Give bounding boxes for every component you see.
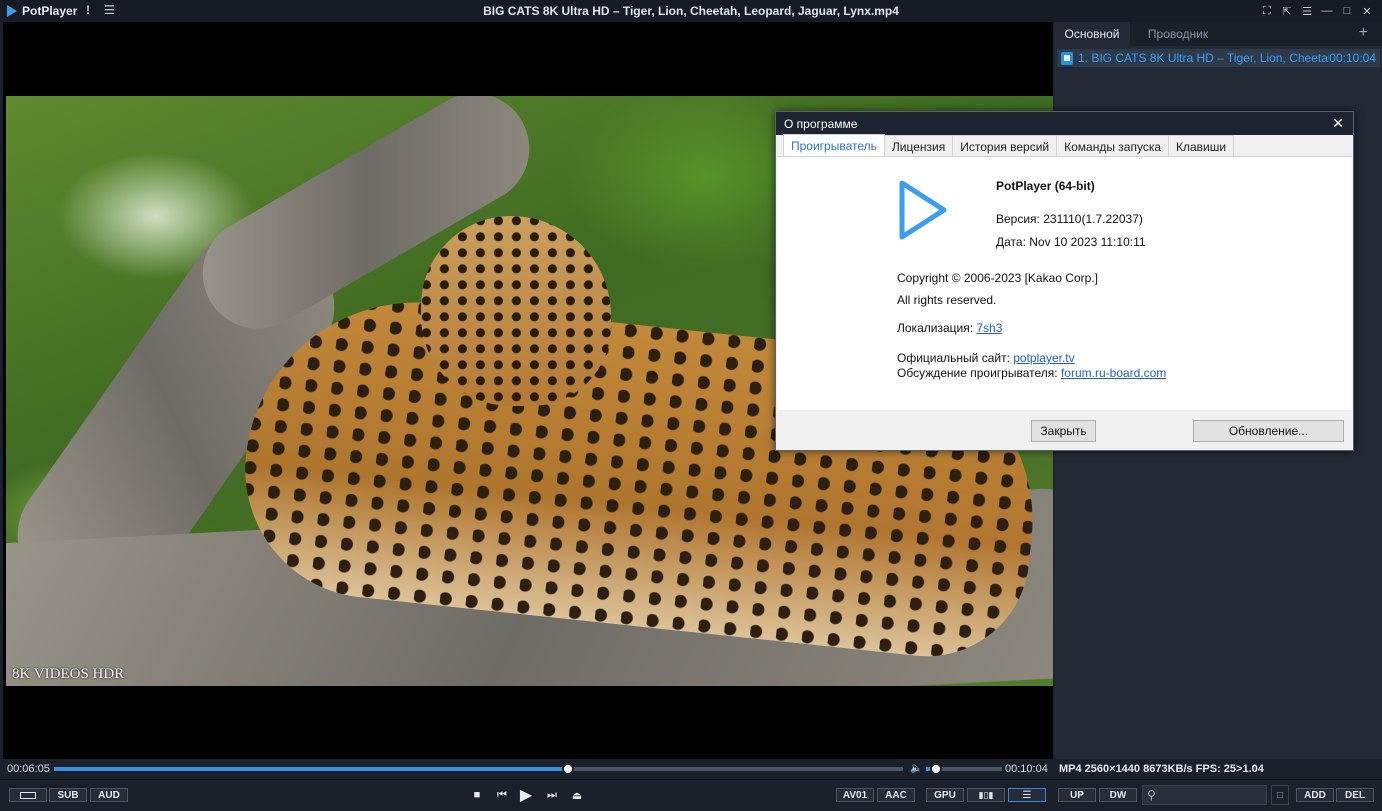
dialog-close-icon[interactable]: ✕ [1332, 115, 1344, 132]
dialog-footer: Закрыть Обновление... [776, 410, 1353, 450]
playlist-item-title: 1. BIG CATS 8K Ultra HD – Tiger, Lion, C… [1078, 51, 1329, 65]
leopard-head [421, 216, 611, 406]
previous-icon[interactable]: ⏮ [493, 786, 511, 804]
dialog-tabs: Проигрыватель Лицензия История версий Ко… [783, 134, 1235, 157]
gpu-button[interactable]: GPU [926, 788, 964, 802]
move-up-button[interactable]: UP [1058, 788, 1096, 802]
seek-bar[interactable] [54, 763, 903, 775]
update-button[interactable]: Обновление... [1193, 420, 1344, 442]
potplayer-window: PotPlayer ! ☰ BIG CATS 8K Ultra HD – Tig… [0, 0, 1382, 811]
site-label: Официальный сайт: [897, 351, 1014, 365]
equalizer-icon: ▮▯▮ [978, 789, 994, 800]
media-info: MP4 2560×1440 8673KB/s FPS: 25>1.04 [1054, 759, 1382, 779]
volume-icon[interactable]: 🔈 [910, 763, 922, 775]
audio-codec-button[interactable]: AAC [877, 788, 915, 802]
tab-launch-commands[interactable]: Команды запуска [1056, 135, 1170, 156]
forum-row: Обсуждение проигрывателя: forum.ru-board… [897, 366, 1166, 380]
volume-knob[interactable] [929, 763, 942, 775]
dialog-title: О программе [784, 117, 858, 131]
forum-link[interactable]: forum.ru-board.com [1061, 366, 1166, 380]
date-text: Дата: Nov 10 2023 11:10:11 [996, 235, 1146, 249]
potplayer-play-icon [899, 180, 947, 240]
tab-main[interactable]: Основной [1054, 22, 1130, 46]
add-button[interactable]: ADD [1296, 788, 1334, 802]
delete-button[interactable]: DEL [1336, 788, 1374, 802]
play-icon[interactable]: ▶ [517, 786, 535, 804]
subtitle-button[interactable]: SUB [49, 788, 87, 802]
site-link[interactable]: potplayer.tv [1013, 351, 1074, 365]
control-bar: SUB AUD ■ ⏮ ▶ ⏭ ⏏ AV01 AAC GPU ▮▯▮ ☰ UP … [0, 779, 1382, 811]
playlist-icon: ☰ [1022, 789, 1032, 801]
tab-license[interactable]: Лицензия [883, 135, 954, 156]
localization-link[interactable]: 7sh3 [976, 321, 1002, 335]
tab-hotkeys[interactable]: Клавиши [1168, 135, 1235, 156]
forum-label: Обсуждение проигрывателя: [897, 366, 1061, 380]
minimize-icon[interactable]: — [1318, 2, 1336, 20]
pin-icon[interactable]: ⇱ [1278, 2, 1296, 20]
audio-button[interactable]: AUD [90, 788, 128, 802]
tab-explorer[interactable]: Проводник [1130, 22, 1226, 46]
localization-label: Локализация: [897, 321, 977, 335]
potplayer-logo-icon[interactable] [6, 4, 18, 18]
move-down-button[interactable]: DW [1099, 788, 1137, 802]
seek-progress [54, 767, 568, 771]
volume-slider[interactable] [926, 763, 1002, 775]
save-icon[interactable]: □ [1271, 785, 1289, 805]
close-button[interactable]: Закрыть [1031, 420, 1096, 442]
playlist-item[interactable]: 1. BIG CATS 8K Ultra HD – Tiger, Lion, C… [1057, 49, 1380, 67]
about-dialog: О программе ✕ Проигрыватель Лицензия Ист… [775, 111, 1354, 451]
rights-text: All rights reserved. [897, 293, 997, 307]
product-name: PotPlayer (64-bit) [996, 179, 1095, 193]
menu-icon[interactable]: ☰ [104, 3, 115, 17]
localization-row: Локализация: 7sh3 [897, 321, 1002, 335]
video-codec-button[interactable]: AV01 [836, 788, 874, 802]
dialog-title-bar: О программе ✕ [776, 112, 1353, 135]
close-icon[interactable]: ✕ [1358, 2, 1376, 20]
seek-knob[interactable] [561, 763, 574, 775]
video-file-icon [1061, 51, 1073, 65]
dialog-body: PotPlayer (64-bit) Версия: 231110(1.7.22… [777, 156, 1352, 410]
current-time: 00:06:05 [7, 763, 50, 775]
app-name[interactable]: PotPlayer [22, 4, 77, 18]
equalizer-button[interactable]: ▮▯▮ [967, 788, 1005, 802]
search-icon: ⚲ [1147, 788, 1156, 802]
screen-ratio-button[interactable] [9, 788, 47, 802]
window-title: BIG CATS 8K Ultra HD – Tiger, Lion, Chee… [483, 4, 899, 18]
maximize-icon[interactable]: □ [1338, 2, 1356, 20]
alert-icon[interactable]: ! [86, 3, 90, 17]
eject-icon[interactable]: ⏏ [568, 786, 586, 804]
playlist-search-input[interactable]: ⚲ [1142, 785, 1267, 805]
add-tab-icon[interactable]: + [1359, 24, 1368, 42]
seek-row: 00:06:05 🔈 00:10:04 [0, 759, 1054, 779]
playlist-tabs: Основной Проводник [1054, 22, 1382, 46]
tab-version-history[interactable]: История версий [952, 135, 1058, 156]
version-text: Версия: 231110(1.7.22037) [996, 212, 1143, 226]
title-bar: PotPlayer ! ☰ BIG CATS 8K Ultra HD – Tig… [0, 0, 1382, 22]
tab-player[interactable]: Проигрыватель [783, 134, 885, 157]
site-row: Официальный сайт: potplayer.tv [897, 351, 1075, 365]
playlist-item-duration: 00:10:04 [1329, 51, 1376, 65]
total-time: 00:10:04 [1005, 763, 1048, 775]
playlist-toggle-button[interactable]: ☰ [1008, 788, 1046, 802]
stop-icon[interactable]: ■ [468, 786, 486, 804]
next-icon[interactable]: ⏭ [543, 786, 561, 804]
copyright-text: Copyright © 2006-2023 [Kakao Corp.] [897, 271, 1098, 285]
list-icon[interactable]: ☰ [1298, 2, 1316, 20]
window-controls: ⛶ ⇱ ☰ — □ ✕ [1258, 2, 1376, 20]
fullscreen-icon[interactable]: ⛶ [1258, 2, 1276, 20]
video-watermark: 8K VIDEOS HDR [12, 666, 125, 682]
screen-icon [20, 791, 36, 799]
